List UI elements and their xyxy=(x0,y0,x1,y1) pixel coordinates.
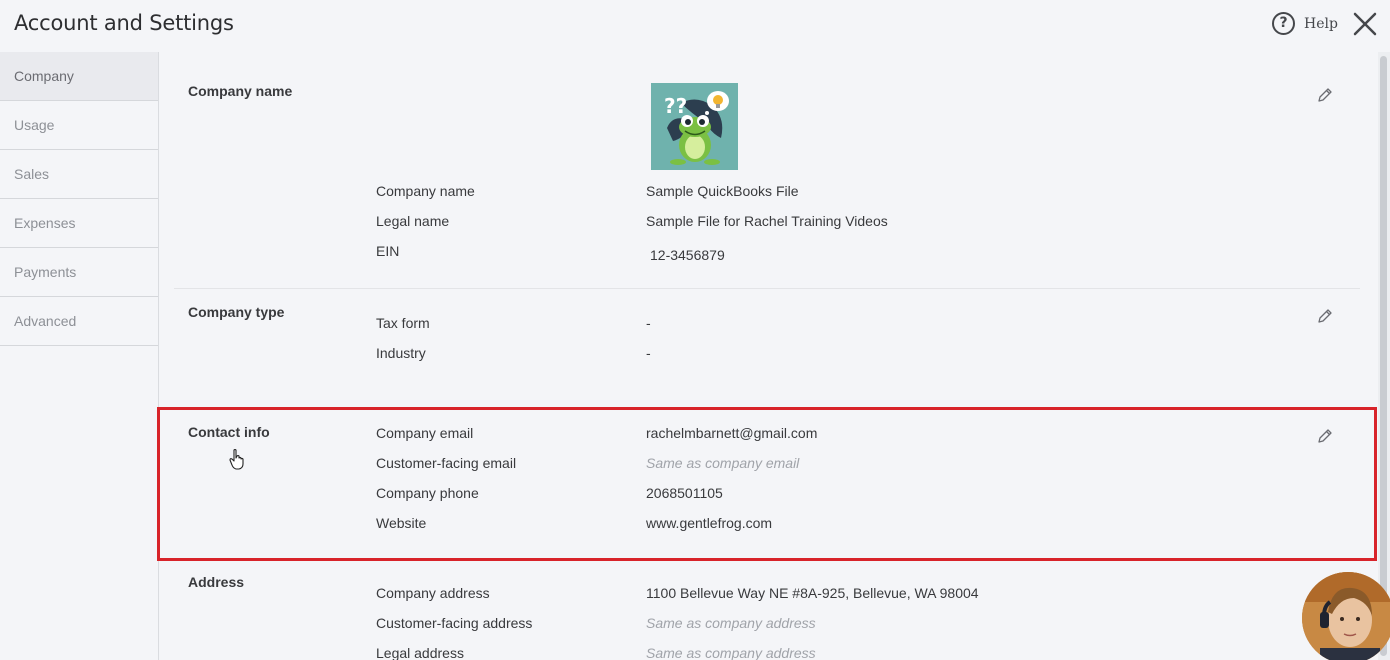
sidebar-item-company[interactable]: Company xyxy=(0,52,158,101)
svg-text:??: ?? xyxy=(664,94,687,118)
field-value-customer-facing-address: Same as company address xyxy=(646,615,816,631)
address-section[interactable]: Address Company address 1100 Bellevue Wa… xyxy=(160,564,1376,660)
section-label: Address xyxy=(188,574,245,590)
scrollbar-thumb[interactable] xyxy=(1380,56,1387,656)
field-value-company-email: rachelmbarnett@gmail.com xyxy=(646,425,818,441)
section-label: Company type xyxy=(188,304,285,320)
field-label-customer-facing-email: Customer-facing email xyxy=(376,455,517,471)
field-value-website: www.gentlefrog.com xyxy=(646,515,773,531)
field-label-website: Website xyxy=(376,515,427,531)
sidebar-item-usage[interactable]: Usage xyxy=(0,101,158,150)
section-label: Company name xyxy=(188,83,293,99)
edit-pencil-icon[interactable] xyxy=(1316,86,1334,104)
sidebar: Company Usage Sales Expenses Payments Ad… xyxy=(0,52,159,660)
field-label-company-address: Company address xyxy=(376,585,490,601)
scrollbar[interactable] xyxy=(1378,52,1390,660)
field-value-industry: - xyxy=(646,345,651,361)
header: Account and Settings ? Help xyxy=(0,0,1390,50)
sidebar-item-advanced[interactable]: Advanced xyxy=(0,297,158,346)
company-type-section[interactable]: Company type Tax form - Industry - xyxy=(160,289,1376,406)
company-name-section[interactable]: Company name ?? Company name Sample Quic… xyxy=(160,52,1376,288)
help-label: Help xyxy=(1304,15,1338,32)
field-label-industry: Industry xyxy=(376,345,426,361)
field-value-company-address: 1100 Bellevue Way NE #8A-925, Bellevue, … xyxy=(646,585,979,601)
frog-logo-image: ?? xyxy=(651,83,738,170)
hand-cursor-icon xyxy=(229,448,244,470)
field-value-ein: 12-3456879 xyxy=(650,247,725,263)
field-label-ein: EIN xyxy=(376,243,400,259)
presenter-avatar xyxy=(1302,572,1390,660)
field-value-legal-name: Sample File for Rachel Training Videos xyxy=(646,213,888,229)
sidebar-item-payments[interactable]: Payments xyxy=(0,248,158,297)
company-logo: ?? xyxy=(651,83,738,170)
field-value-legal-address: Same as company address xyxy=(646,645,816,660)
field-label-tax-form: Tax form xyxy=(376,315,430,331)
edit-pencil-icon[interactable] xyxy=(1316,307,1334,325)
sidebar-item-sales[interactable]: Sales xyxy=(0,150,158,199)
field-value-tax-form: - xyxy=(646,315,651,331)
edit-pencil-icon[interactable] xyxy=(1316,427,1334,445)
field-label-company-phone: Company phone xyxy=(376,485,479,501)
field-value-customer-facing-email: Same as company email xyxy=(646,455,800,471)
field-label-customer-facing-address: Customer-facing address xyxy=(376,615,533,631)
sidebar-item-expenses[interactable]: Expenses xyxy=(0,199,158,248)
help-icon: ? xyxy=(1272,12,1295,35)
webcam-presenter-overlay xyxy=(1302,572,1390,660)
field-value-company-phone: 2068501105 xyxy=(646,485,723,501)
page-title: Account and Settings xyxy=(14,11,234,35)
field-label-legal-address: Legal address xyxy=(376,645,464,660)
field-label-company-name: Company name xyxy=(376,183,475,199)
section-label: Contact info xyxy=(188,424,270,440)
close-icon[interactable] xyxy=(1352,11,1378,37)
field-value-company-name: Sample QuickBooks File xyxy=(646,183,799,199)
field-label-legal-name: Legal name xyxy=(376,213,450,229)
help-button[interactable]: ? Help xyxy=(1272,12,1338,35)
contact-info-section[interactable]: Contact info Company email rachelmbarnet… xyxy=(160,412,1376,562)
field-label-company-email: Company email xyxy=(376,425,474,441)
settings-content: Company name ?? Company name Sample Quic… xyxy=(160,52,1376,660)
